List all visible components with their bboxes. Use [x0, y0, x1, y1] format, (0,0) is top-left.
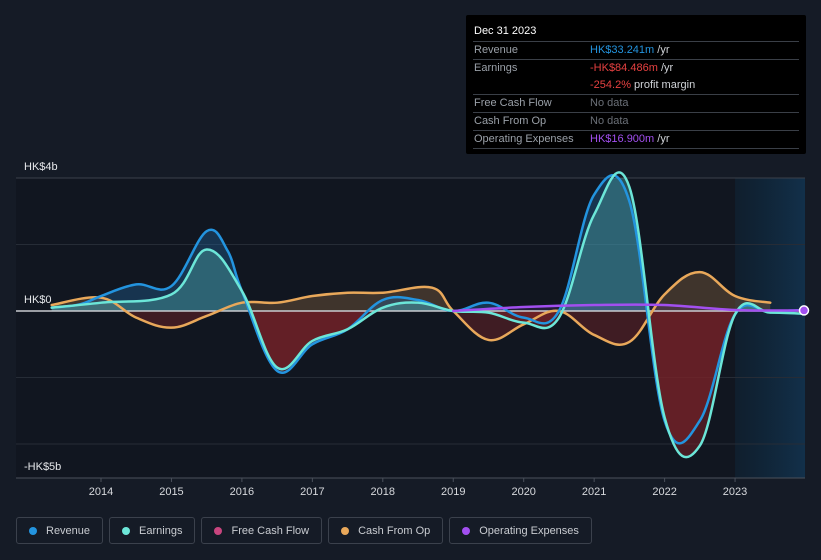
x-tick-label: 2023	[723, 486, 747, 498]
tooltip-label: Cash From Op	[474, 115, 547, 127]
hover-endpoint-marker	[798, 305, 810, 316]
legend-item-cash-from-op[interactable]: Cash From Op	[328, 517, 444, 544]
tooltip-label: Revenue	[474, 44, 519, 56]
tooltip-label: Operating Expenses	[474, 133, 574, 145]
tooltip-unit: profit margin	[634, 79, 696, 91]
legend: Revenue Earnings Free Cash Flow Cash Fro…	[16, 517, 592, 544]
legend-dot-icon	[29, 526, 37, 535]
tooltip-value-earnings: -HK$84.486m	[590, 62, 658, 74]
tooltip-label	[473, 77, 590, 94]
y-axis-label: -HK$5b	[24, 461, 61, 473]
y-axis-label: HK$0	[24, 294, 52, 306]
legend-dot-icon	[462, 526, 471, 535]
legend-item-earnings[interactable]: Earnings	[109, 517, 196, 544]
legend-label: Cash From Op	[358, 524, 431, 537]
tooltip-label: Free Cash Flow	[474, 97, 552, 109]
tooltip-value-operating-expenses: HK$16.900m	[590, 133, 655, 145]
legend-item-operating-expenses[interactable]: Operating Expenses	[449, 517, 592, 544]
tooltip-value-free-cash-flow: No data	[590, 97, 629, 109]
tooltip-row-free-cash-flow: Free Cash Flow No data	[473, 95, 799, 113]
tooltip-row-cash-from-op: Cash From Op No data	[473, 113, 799, 131]
x-tick-label: 2022	[652, 486, 676, 498]
forecast-shade	[735, 178, 805, 478]
legend-item-free-cash-flow[interactable]: Free Cash Flow	[201, 517, 323, 544]
x-tick-label: 2014	[89, 486, 113, 498]
x-tick-label: 2020	[511, 486, 535, 498]
tooltip-value-profit-margin: -254.2%	[590, 79, 631, 91]
x-tick-label: 2021	[582, 486, 606, 498]
x-tick-label: 2017	[300, 486, 324, 498]
tooltip-unit: /yr	[657, 133, 670, 145]
x-tick-label: 2018	[371, 486, 395, 498]
x-tick-label: 2019	[441, 486, 465, 498]
y-axis-label: HK$4b	[24, 161, 58, 173]
x-tick-label: 2016	[230, 486, 254, 498]
tooltip-value-cash-from-op: No data	[590, 115, 629, 127]
legend-label: Revenue	[46, 524, 91, 537]
tooltip-row-operating-expenses: Operating Expenses HK$16.900m /yr	[473, 131, 799, 149]
tooltip-row-earnings: Earnings -HK$84.486m /yr	[473, 60, 799, 77]
tooltip-row-revenue: Revenue HK$33.241m /yr	[473, 42, 799, 60]
tooltip-label: Earnings	[474, 62, 518, 74]
legend-label: Earnings	[139, 524, 183, 537]
tooltip-row-profit-margin: -254.2% profit margin	[473, 77, 799, 95]
legend-label: Free Cash Flow	[231, 524, 310, 537]
tooltip-value-revenue: HK$33.241m	[590, 44, 655, 56]
tooltip: Dec 31 2023 Revenue HK$33.241m /yr Earni…	[466, 15, 806, 154]
tooltip-unit: /yr	[657, 44, 670, 56]
tooltip-date: Dec 31 2023	[473, 23, 799, 42]
legend-label: Operating Expenses	[479, 524, 579, 537]
tooltip-unit: /yr	[660, 62, 674, 74]
legend-dot-icon	[214, 526, 223, 535]
legend-item-revenue[interactable]: Revenue	[16, 517, 104, 544]
x-tick-label: 2015	[159, 486, 183, 498]
legend-dot-icon	[122, 526, 131, 535]
legend-dot-icon	[341, 526, 350, 535]
